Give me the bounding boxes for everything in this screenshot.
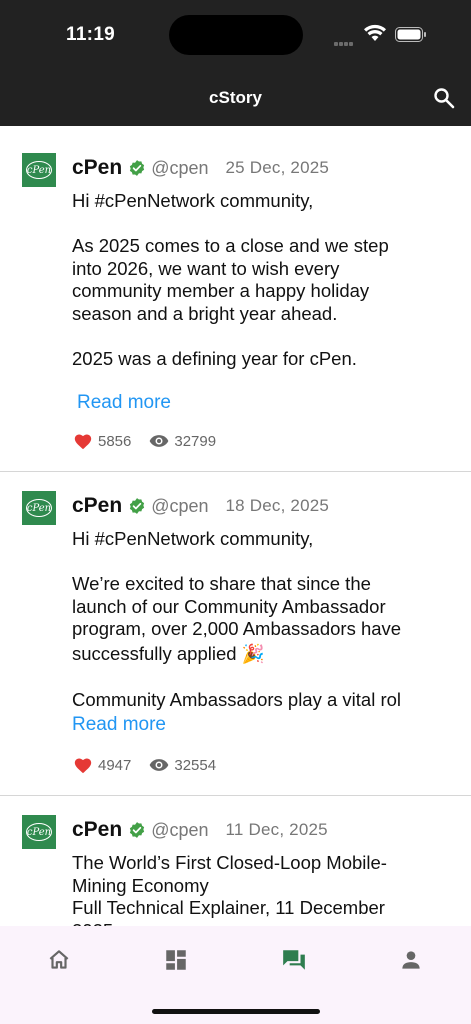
post-date: 11 Dec, 2025 xyxy=(225,820,328,839)
heart-icon[interactable] xyxy=(73,432,93,450)
post-date: 18 Dec, 2025 xyxy=(225,496,330,515)
eye-icon xyxy=(150,759,169,771)
like-count[interactable]: 5856 xyxy=(73,432,131,450)
person-icon[interactable] xyxy=(398,947,424,973)
post-stats: 5856 32799 xyxy=(73,432,216,450)
read-more-link[interactable]: Read more xyxy=(77,392,171,414)
view-count: 32554 xyxy=(149,757,216,774)
verified-badge-icon xyxy=(130,822,145,838)
author-name[interactable]: cPen xyxy=(72,818,122,842)
author-handle: @cpen xyxy=(151,495,209,516)
page-title: cStory xyxy=(209,88,262,107)
post-text-line: Hi #cPenNetwork community, xyxy=(72,528,314,549)
dynamic-island xyxy=(169,15,303,55)
author-name[interactable]: cPen xyxy=(72,494,122,518)
verified-badge-icon xyxy=(130,498,145,514)
verified-badge-icon xyxy=(130,160,145,176)
home-icon[interactable] xyxy=(46,947,72,973)
post-card[interactable]: cPen cPen @cpen 11 Dec, 2025 The World’s… xyxy=(0,796,471,926)
view-count: 32799 xyxy=(149,433,216,450)
status-bar: 11:19 xyxy=(0,0,471,70)
post-card[interactable]: cPen cPen @cpen 18 Dec, 2025 Hi #cPenNet… xyxy=(0,472,471,796)
post-text-line: Full Technical Explainer, 11 December xyxy=(72,897,385,918)
wifi-icon xyxy=(364,24,386,41)
avatar[interactable]: cPen xyxy=(22,153,56,187)
like-count-value: 5856 xyxy=(98,432,132,450)
author-handle: @cpen xyxy=(151,819,209,840)
post-body: Hi #cPenNetwork community, As 2025 comes… xyxy=(72,190,452,370)
post-text-line: As 2025 comes to a close and we step xyxy=(72,235,389,256)
eye-icon xyxy=(150,435,169,447)
post-text-line: 2025 was a defining year for cPen. xyxy=(72,347,357,369)
post-text-line: launch of our Community Ambassador xyxy=(72,595,386,617)
app-bar: cStory xyxy=(0,70,471,126)
dashboard-icon[interactable] xyxy=(163,947,189,973)
home-indicator[interactable] xyxy=(152,1009,320,1014)
post-text-line: community member a happy holiday xyxy=(72,280,370,301)
post-text-line: The World’s First Closed-Loop Mobile- xyxy=(72,852,387,873)
like-count-value: 4947 xyxy=(98,756,132,774)
avatar[interactable]: cPen xyxy=(22,815,56,849)
author-handle: @cpen xyxy=(151,157,209,178)
post-text-line: Mining Economy xyxy=(72,874,209,896)
post-body: The World’s First Closed-Loop Mobile- Mi… xyxy=(72,852,452,926)
post-text-line: We’re excited to share that since the xyxy=(72,573,371,594)
post-header: cPen @cpen 11 Dec, 2025 xyxy=(72,817,328,843)
post-body: Hi #cPenNetwork community, We’re excited… xyxy=(72,528,452,712)
avatar[interactable]: cPen xyxy=(22,491,56,525)
view-count-value: 32554 xyxy=(174,756,217,774)
post-stats: 4947 32554 xyxy=(73,756,216,774)
post-date: 25 Dec, 2025 xyxy=(225,158,330,177)
post-header: cPen @cpen 18 Dec, 2025 xyxy=(72,493,329,519)
heart-icon[interactable] xyxy=(73,756,93,774)
post-card[interactable]: cPen cPen @cpen 25 Dec, 2025 Hi #cPenNet… xyxy=(0,126,471,472)
view-count-value: 32799 xyxy=(174,432,217,450)
cellular-signal-icon xyxy=(334,33,358,46)
post-text-line: Hi #cPenNetwork community, xyxy=(72,190,314,211)
post-header: cPen @cpen 25 Dec, 2025 xyxy=(72,155,329,181)
story-feed[interactable]: cPen cPen @cpen 25 Dec, 2025 Hi #cPenNet… xyxy=(0,126,471,926)
search-icon[interactable] xyxy=(432,86,456,110)
post-text-line: Community Ambassadors play a vital rol xyxy=(72,689,402,710)
post-text-line: season and a bright year ahead. xyxy=(72,302,338,324)
forum-icon[interactable] xyxy=(281,947,307,973)
post-text-line: into 2026, we want to wish every xyxy=(72,257,340,279)
status-time: 11:19 xyxy=(66,24,116,45)
author-name[interactable]: cPen xyxy=(72,156,122,180)
read-more-link[interactable]: Read more xyxy=(72,714,166,736)
post-text-line: program, over 2,000 Ambassadors have xyxy=(72,618,402,639)
post-text-line: successfully applied 🎉 xyxy=(72,642,265,664)
battery-icon xyxy=(395,27,426,42)
like-count[interactable]: 4947 xyxy=(73,756,131,774)
